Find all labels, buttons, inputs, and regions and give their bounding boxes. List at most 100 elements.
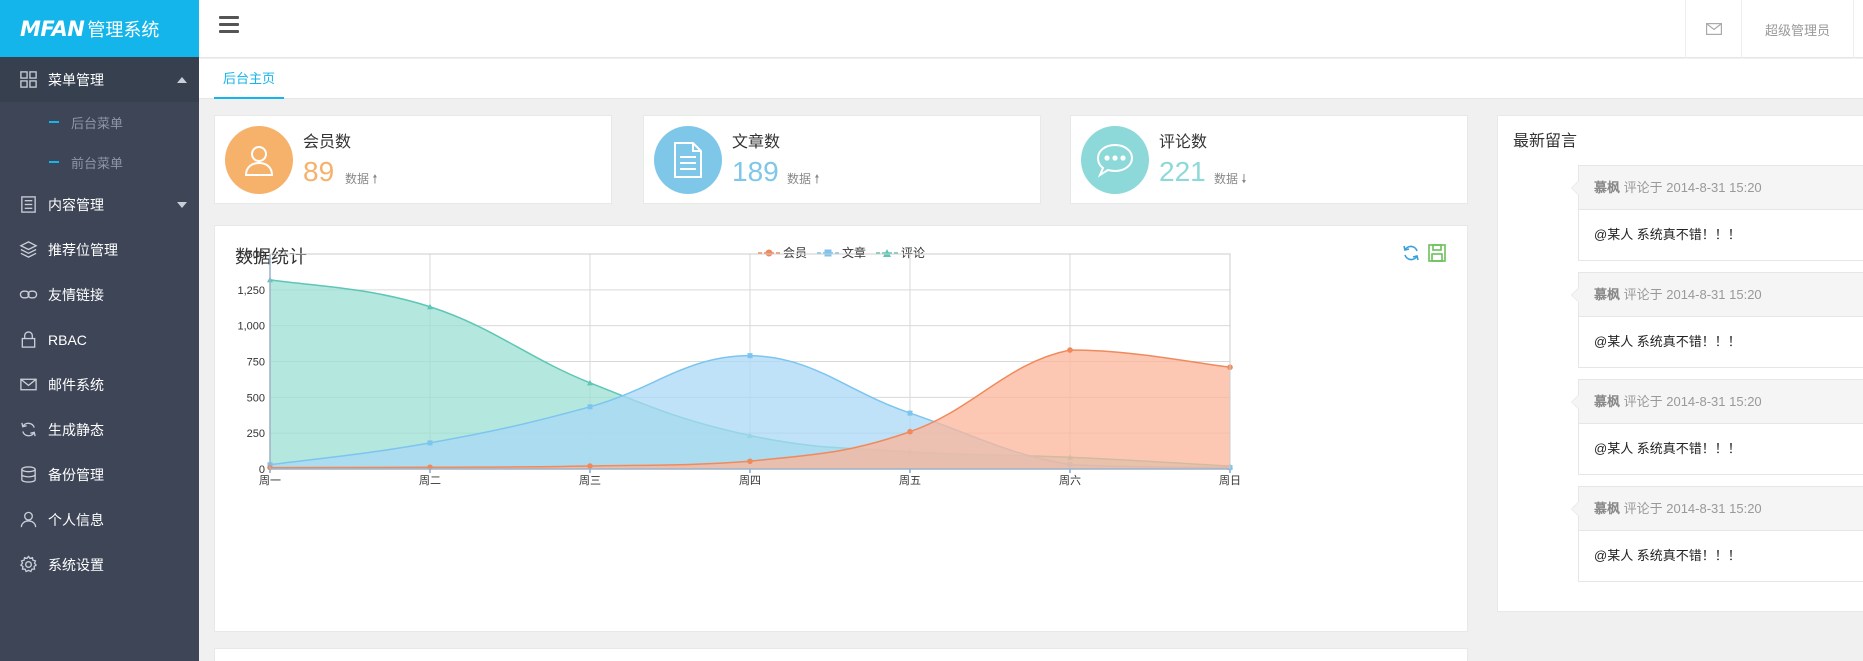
sidebar-item-label: RBAC xyxy=(48,331,87,348)
message-author[interactable]: 慕枫 xyxy=(1594,501,1620,516)
sidebar-item-static[interactable]: 生成静态 xyxy=(0,407,199,452)
message-author[interactable]: 慕枫 xyxy=(1594,394,1620,409)
bottom-panel xyxy=(214,648,1468,661)
header-actions: 超级管理员 xyxy=(1685,0,1863,58)
stat-value: 89 xyxy=(303,156,335,187)
tab-home[interactable]: 后台主页 xyxy=(214,59,284,99)
x-tick-label: 周三 xyxy=(579,474,601,487)
sidebar-item-label: 菜单管理 xyxy=(48,71,104,88)
message-item: 慕枫 评论于 2014-8-31 15:20 @某人 系统真不错！！！ xyxy=(1571,165,1863,261)
sidebar-item-label: 备份管理 xyxy=(48,466,104,483)
sidebar-subitem-frontend-menu[interactable]: 前台菜单 xyxy=(0,142,199,182)
sidebar-item-menu[interactable]: 菜单管理 xyxy=(0,57,199,102)
sidebar-item-profile[interactable]: 个人信息 xyxy=(0,497,199,542)
message-header: 慕枫 评论于 2014-8-31 15:20 xyxy=(1579,380,1863,424)
list-icon xyxy=(19,195,38,214)
data-point xyxy=(587,463,593,469)
arrow-up-icon: 🠕 xyxy=(372,172,378,186)
sidebar-item-recommend[interactable]: 推荐位管理 xyxy=(0,227,199,272)
data-point xyxy=(907,428,913,435)
sidebar-subitem-label: 后台菜单 xyxy=(71,115,124,131)
data-point xyxy=(427,440,433,446)
stat-value: 189 xyxy=(732,156,779,187)
message-body: @某人 系统真不错！！！ xyxy=(1594,441,1741,456)
message-header: 慕枫 评论于 2014-8-31 15:20 xyxy=(1579,166,1863,210)
x-tick-label: 周五 xyxy=(899,474,921,487)
comment-stat-icon-circle xyxy=(1081,126,1149,194)
mail-button[interactable] xyxy=(1685,0,1741,58)
grid-icon xyxy=(19,70,38,89)
arrow-down-icon: 🠗 xyxy=(1241,172,1247,186)
data-point xyxy=(587,404,593,410)
stat-tag: 数据 🠗 xyxy=(1214,172,1247,186)
x-tick-label: 周四 xyxy=(739,474,761,487)
menu-toggle-icon[interactable] xyxy=(219,16,239,38)
refresh-icon xyxy=(19,420,38,439)
message-item: 慕枫 评论于 2014-8-31 15:20 @某人 系统真不错！！！ xyxy=(1571,486,1863,582)
dash-icon xyxy=(49,161,59,163)
chart-panel: 数据统计 会员 文章 评论 0 250 500 750 1,000 1,250 1,500 周… xyxy=(214,225,1468,632)
sidebar-nav: 菜单管理 后台菜单 前台菜单 内容管理 推荐位管理 友情链接 RBAC 邮件系统… xyxy=(0,57,199,587)
message-author[interactable]: 慕枫 xyxy=(1594,180,1620,195)
sidebar-item-label: 个人信息 xyxy=(48,511,104,528)
message-meta: 评论于 2014-8-31 15:20 xyxy=(1620,394,1762,409)
data-point xyxy=(747,353,753,359)
sidebar-item-mail[interactable]: 邮件系统 xyxy=(0,362,199,407)
stat-tag: 数据 🠕 xyxy=(787,172,820,186)
stat-title: 评论数 xyxy=(1159,134,1208,151)
logo-title: 管理系统 xyxy=(87,19,160,40)
sidebar-item-label: 邮件系统 xyxy=(48,376,104,393)
sidebar-item-links[interactable]: 友情链接 xyxy=(0,272,199,317)
stat-card-comments: 评论数 221 数据 🠗 xyxy=(1070,115,1468,204)
sidebar-item-content[interactable]: 内容管理 xyxy=(0,182,199,227)
caret-down-icon xyxy=(177,201,187,208)
stat-card-members: 会员数 89 数据 🠕 xyxy=(214,115,612,204)
sidebar-item-backup[interactable]: 备份管理 xyxy=(0,452,199,497)
stat-title: 文章数 xyxy=(732,134,781,151)
y-tick-label: 1,250 xyxy=(237,285,265,297)
x-tick-label: 周日 xyxy=(1219,474,1241,487)
message-header: 慕枫 评论于 2014-8-31 15:20 xyxy=(1579,487,1863,531)
user-icon xyxy=(19,510,38,529)
y-tick-label: 1,000 xyxy=(237,321,265,333)
logo-brand: MFAN xyxy=(20,16,85,41)
messages-title: 最新留言 xyxy=(1513,133,1578,150)
x-tick-label: 周二 xyxy=(419,474,441,487)
y-tick-label: 750 xyxy=(247,357,265,369)
latest-messages-panel: 最新留言 慕枫 评论于 2014-8-31 15:20 @某人 系统真不错！！！… xyxy=(1497,115,1863,612)
message-author[interactable]: 慕枫 xyxy=(1594,287,1620,302)
arrow-up-icon: 🠕 xyxy=(814,172,820,186)
gear-icon xyxy=(19,555,38,574)
sidebar-item-label: 内容管理 xyxy=(48,196,104,213)
user-menu[interactable]: 超级管理员 xyxy=(1741,0,1853,58)
sidebar-item-label: 系统设置 xyxy=(48,556,104,573)
stat-card-articles: 文章数 189 数据 🠕 xyxy=(643,115,1041,204)
stat-value: 221 xyxy=(1159,156,1206,187)
sidebar-item-rbac[interactable]: RBAC xyxy=(0,317,199,362)
member-stat-icon-circle xyxy=(225,126,293,194)
message-meta: 评论于 2014-8-31 15:20 xyxy=(1620,287,1762,302)
x-tick-label: 周六 xyxy=(1059,474,1081,487)
dash-icon xyxy=(49,121,59,123)
logo[interactable]: MFAN 管理系统 xyxy=(0,0,199,57)
message-body: @某人 系统真不错！！！ xyxy=(1594,227,1741,242)
lock-icon xyxy=(19,330,38,349)
data-point xyxy=(1067,347,1073,353)
area-chart: 02505007501,0001,2501,500周一 周二 周三 周四 周五 周六 周日 xyxy=(237,249,1241,487)
message-meta: 评论于 2014-8-31 15:20 xyxy=(1620,501,1762,516)
message-header: 慕枫 评论于 2014-8-31 15:20 xyxy=(1579,273,1863,317)
chat-icon xyxy=(1096,143,1134,178)
message-meta: 评论于 2014-8-31 15:20 xyxy=(1620,180,1762,195)
sidebar-item-label: 生成静态 xyxy=(48,421,104,438)
message-item: 慕枫 评论于 2014-8-31 15:20 @某人 系统真不错！！！ xyxy=(1571,272,1863,368)
stat-title: 会员数 xyxy=(303,134,352,151)
sidebar-item-label: 推荐位管理 xyxy=(48,241,118,258)
message-item: 慕枫 评论于 2014-8-31 15:20 @某人 系统真不错！！！ xyxy=(1571,379,1863,475)
sidebar: MFAN 管理系统 菜单管理 后台菜单 前台菜单 内容管理 推荐位管理 友情链接… xyxy=(0,0,199,661)
top-header: 超级管理员 xyxy=(199,0,1863,58)
mail-icon xyxy=(19,375,38,394)
message-body: @某人 系统真不错！！！ xyxy=(1594,548,1741,563)
sidebar-item-settings[interactable]: 系统设置 xyxy=(0,542,199,587)
sidebar-subitem-backend-menu[interactable]: 后台菜单 xyxy=(0,102,199,142)
envelope-icon xyxy=(1705,23,1722,35)
